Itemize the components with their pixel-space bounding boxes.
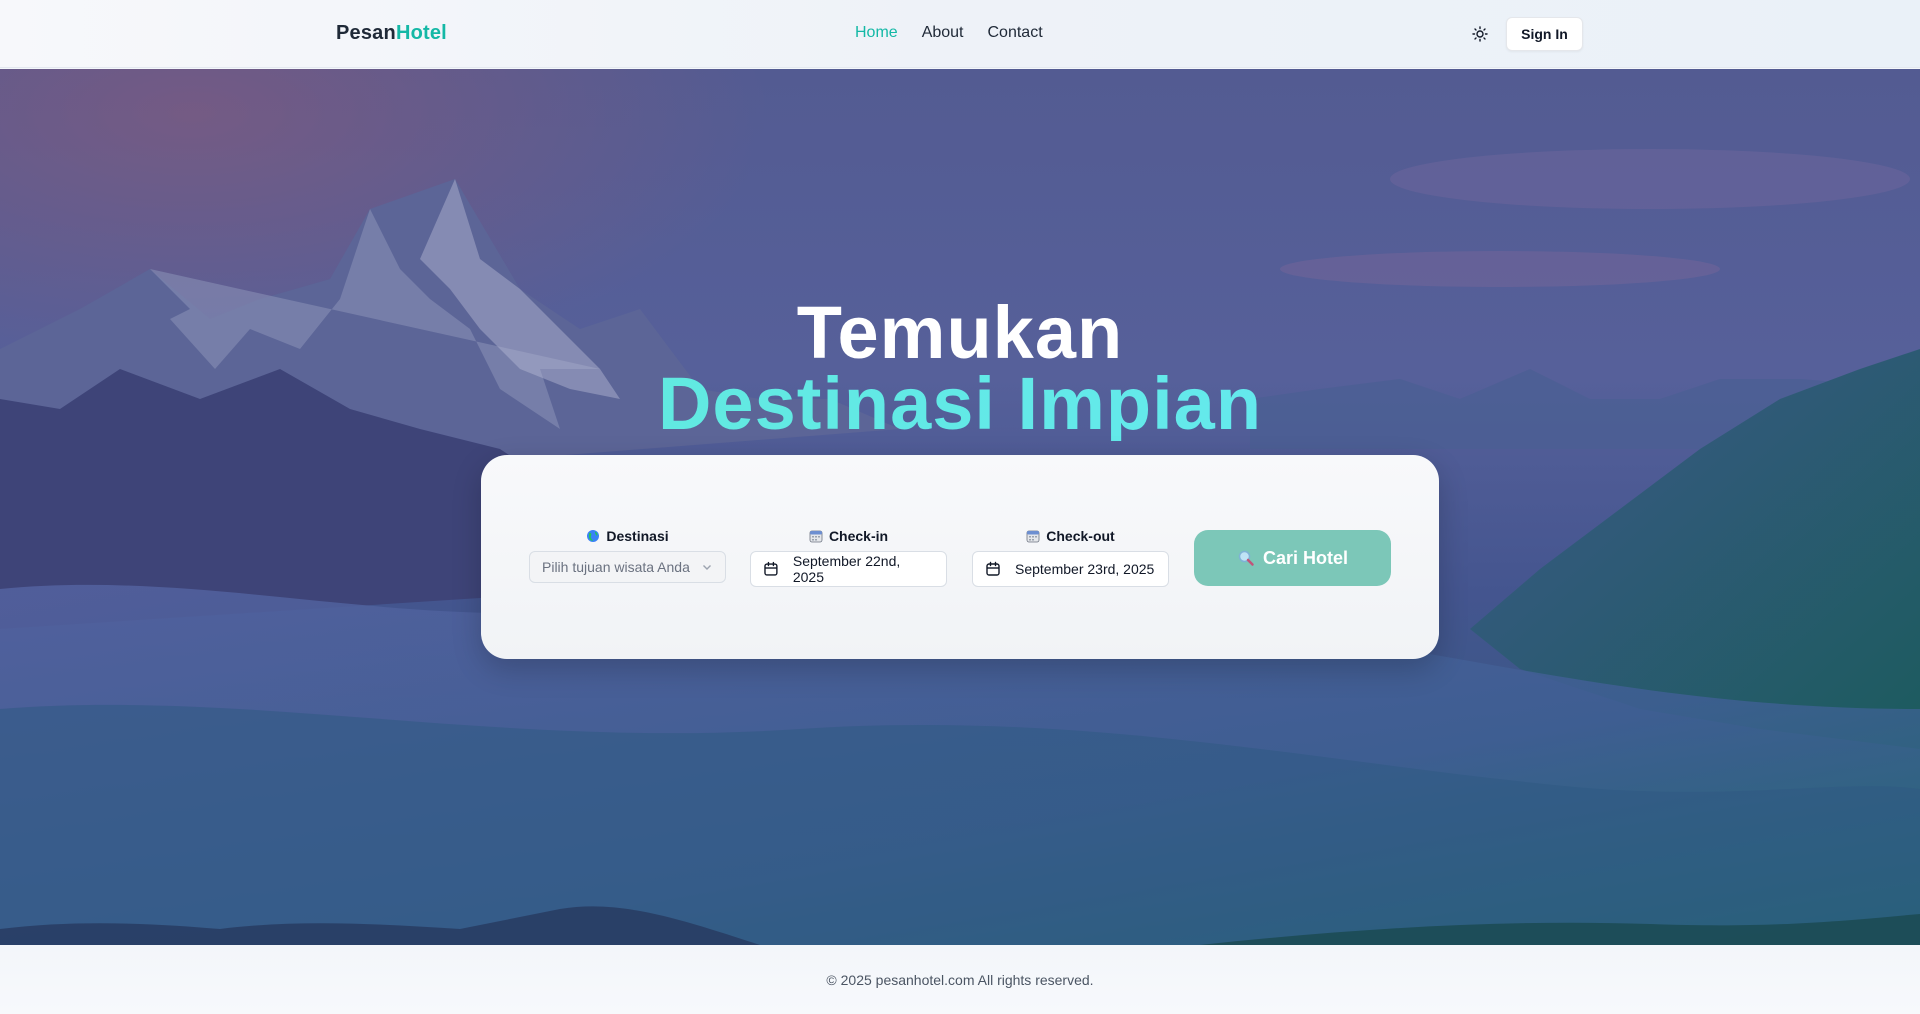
magnifier-icon	[1238, 550, 1254, 566]
checkin-date-value: September 22nd, 2025	[792, 553, 901, 585]
top-navbar: PesanHotel Home About Contact Sign In	[0, 0, 1920, 68]
checkin-field: Check-in September 22nd, 2025	[750, 527, 947, 587]
nav-link-about[interactable]: About	[922, 24, 964, 42]
sun-icon	[1472, 26, 1488, 42]
checkout-field: Check-out September 23rd, 2025	[972, 527, 1169, 587]
nav-link-contact[interactable]: Contact	[988, 24, 1043, 42]
logo-text-pesan: Pesan	[336, 22, 396, 44]
calendar-icon	[764, 561, 778, 576]
destination-label-text: Destinasi	[606, 528, 669, 544]
hotel-search-card: Destinasi Pilih tujuan wisata Anda Check…	[481, 455, 1439, 659]
nav-link-home[interactable]: Home	[855, 24, 898, 42]
calendar-emoji-icon	[809, 530, 823, 543]
main-nav: Home About Contact	[855, 24, 1043, 42]
page-footer: © 2025 pesanhotel.com All rights reserve…	[0, 945, 1920, 1014]
sign-in-button[interactable]: Sign In	[1506, 17, 1583, 51]
checkin-label: Check-in	[750, 527, 947, 545]
checkout-label-text: Check-out	[1046, 528, 1115, 544]
destination-select[interactable]: Pilih tujuan wisata Anda	[529, 551, 726, 583]
checkin-label-text: Check-in	[828, 528, 889, 544]
brand-logo[interactable]: PesanHotel	[336, 22, 447, 45]
copyright-text: © 2025 pesanhotel.com All rights reserve…	[826, 972, 1094, 988]
checkout-date-value: September 23rd, 2025	[1015, 561, 1155, 577]
logo-text-hotel: Hotel	[395, 22, 447, 44]
search-hotel-label: Cari Hotel	[1262, 547, 1349, 568]
globe-icon	[587, 530, 600, 542]
theme-toggle-button[interactable]	[1465, 22, 1495, 46]
calendar-emoji-icon	[1026, 530, 1040, 543]
calendar-icon	[986, 561, 1000, 576]
hero-section: Temukan Destinasi Impian Destinasi Pilih…	[0, 69, 1920, 945]
chevron-down-icon	[703, 565, 711, 570]
destination-field: Destinasi Pilih tujuan wisata Anda	[529, 527, 726, 583]
checkout-date-picker[interactable]: September 23rd, 2025	[972, 551, 1169, 587]
hero-title-line2: Destinasi Impian	[0, 367, 1920, 441]
search-hotel-button[interactable]: Cari Hotel	[1194, 530, 1391, 586]
checkin-date-picker[interactable]: September 22nd, 2025	[750, 551, 947, 587]
hero-title-line1: Temukan	[796, 291, 1124, 374]
checkout-label: Check-out	[972, 527, 1169, 545]
destination-placeholder: Pilih tujuan wisata Anda	[542, 559, 690, 575]
destination-label: Destinasi	[529, 527, 726, 545]
